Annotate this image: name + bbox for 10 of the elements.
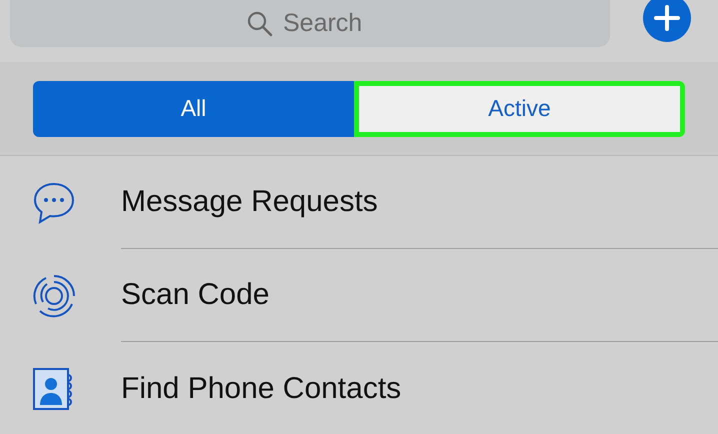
tab[interactable]: All	[33, 80, 354, 136]
menu-item-label[interactable]: Scan Code	[121, 278, 270, 312]
menu-item-label[interactable]: Message Requests	[121, 185, 378, 219]
search-icon	[247, 10, 273, 36]
tab[interactable]: Active	[354, 80, 685, 136]
add-button[interactable]	[643, 0, 691, 42]
speech-bubble-icon	[32, 182, 76, 224]
scan-code-icon	[32, 274, 76, 318]
menu-item-label[interactable]: Find Phone Contacts	[121, 372, 402, 406]
search-field[interactable]: Search	[283, 9, 373, 38]
